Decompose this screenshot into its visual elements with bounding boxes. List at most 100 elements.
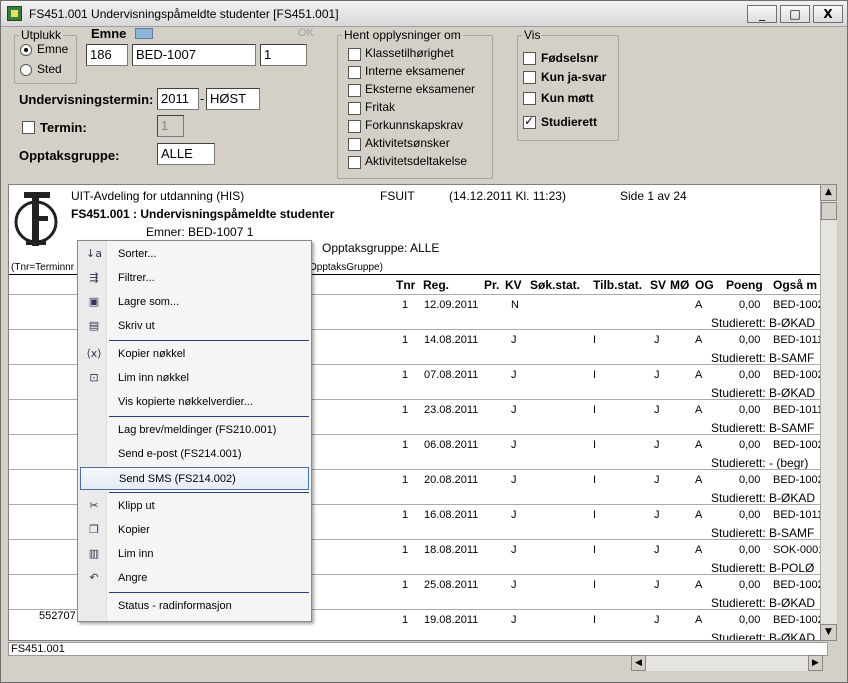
opptaksgruppe-label: Opptaksgruppe:: [19, 148, 120, 163]
row-ogsa: BED-1011: [773, 404, 822, 416]
emne-code-field[interactable]: BED-1007: [132, 44, 256, 66]
emne-version-field[interactable]: 1: [260, 44, 307, 66]
menu-item-10[interactable]: ✂ Klipp ut: [80, 495, 309, 518]
column-header-3: KV: [505, 278, 522, 292]
menu-item-8[interactable]: Send e-post (FS214.001): [80, 443, 309, 466]
undo-icon: ↶: [89, 571, 99, 584]
menu-item-14[interactable]: Status - radinformasjon: [80, 595, 309, 618]
row-og: A: [695, 614, 703, 626]
close-button[interactable]: X: [813, 5, 843, 23]
hent-checkbox-2[interactable]: [348, 84, 361, 97]
column-header-6: SV: [650, 278, 667, 292]
row-studierett: Studierett: B-POLØ: [711, 561, 815, 575]
menu-item-label: Angre: [118, 572, 148, 584]
menu-item-label: Vis kopierte nøkkelverdier...: [118, 396, 253, 408]
horizontal-scrollbar[interactable]: ◀ ▶: [631, 655, 823, 671]
filter-icon: ⇶: [89, 271, 99, 284]
row-ogsa: BED-1002: [773, 614, 822, 626]
radio-sted[interactable]: [20, 64, 32, 76]
row-reg: 20.08.2011: [424, 474, 479, 486]
hent-checkbox-1[interactable]: [348, 66, 361, 79]
report-system: FSUIT: [380, 189, 415, 203]
menu-item-label: Send e-post (FS214.001): [118, 448, 242, 460]
vis-checkbox-3[interactable]: [523, 114, 536, 129]
scroll-down-icon[interactable]: ▼: [820, 624, 837, 641]
utplukk-legend: Utplukk: [21, 28, 62, 42]
vertical-scrollbar[interactable]: ▲ ▼: [820, 184, 837, 641]
column-header-10: Også m: [773, 278, 818, 292]
scroll-thumb[interactable]: [821, 202, 837, 220]
emne-inst-field[interactable]: 186: [86, 44, 128, 66]
column-header-8: OG: [695, 278, 714, 292]
row-reg: 12.09.2011: [424, 299, 479, 311]
row-tilb: I: [593, 474, 597, 486]
row-reg: 18.08.2011: [424, 544, 479, 556]
menu-item-label: Kopier nøkkel: [118, 348, 186, 360]
semester-field[interactable]: HØST: [206, 88, 260, 110]
hent-checkbox-6[interactable]: [348, 156, 361, 169]
vis-label-0: Fødselsnr: [541, 51, 599, 65]
menu-item-4[interactable]: ⟨x⟩ Kopier nøkkel: [80, 343, 309, 366]
radio-emne-label: Emne: [37, 42, 69, 56]
row-kv: J: [511, 579, 517, 591]
menu-item-12[interactable]: ▥ Lim inn: [80, 543, 309, 566]
menu-item-6[interactable]: Vis kopierte nøkkelverdier...: [80, 391, 309, 414]
row-ogsa: BED-1002: [773, 474, 822, 486]
menu-item-2[interactable]: ▣ Lagre som...: [80, 291, 309, 314]
report-opptaksgruppe: Opptaksgruppe: ALLE: [322, 241, 440, 255]
row-reg: 16.08.2011: [424, 509, 479, 521]
hent-checkbox-0[interactable]: [348, 48, 361, 61]
radio-emne[interactable]: [20, 44, 32, 56]
row-sv: J: [654, 474, 660, 486]
vis-label-2: Kun møtt: [541, 91, 594, 105]
termin-checkbox[interactable]: [22, 121, 35, 134]
row-sv: J: [654, 369, 660, 381]
ok-button[interactable]: OK: [298, 27, 314, 39]
hent-checkbox-3[interactable]: [348, 102, 361, 115]
vis-label-1: Kun ja-svar: [541, 70, 607, 84]
row-tnr: 1: [402, 544, 409, 556]
vis-checkbox-1[interactable]: [523, 71, 536, 84]
minimize-button[interactable]: _: [747, 5, 777, 23]
row-kv: J: [511, 509, 517, 521]
menu-item-13[interactable]: ↶ Angre: [80, 567, 309, 590]
vis-checkbox-2[interactable]: [523, 92, 536, 105]
row-reg: 07.08.2011: [424, 369, 479, 381]
maximize-button[interactable]: □: [780, 5, 810, 23]
scroll-right-icon[interactable]: ▶: [808, 655, 823, 671]
row-tilb: I: [593, 509, 597, 521]
hent-checkbox-4[interactable]: [348, 120, 361, 133]
menu-item-label: Lim inn nøkkel: [118, 372, 189, 384]
menu-item-5[interactable]: ⊡ Lim inn nøkkel: [80, 367, 309, 390]
row-poeng: 0,00: [739, 544, 761, 556]
menu-item-7[interactable]: Lag brev/meldinger (FS210.001): [80, 419, 309, 442]
opptaksgruppe-field[interactable]: ALLE: [157, 143, 215, 165]
year-field[interactable]: 2011: [157, 88, 199, 110]
row-ogsa: BED-1002: [773, 299, 822, 311]
row-kv: J: [511, 544, 517, 556]
lookup-icon[interactable]: [135, 28, 153, 39]
menu-item-11[interactable]: ❐ Kopier: [80, 519, 309, 542]
menu-item-label: Filtrer...: [118, 272, 155, 284]
scroll-up-icon[interactable]: ▲: [820, 184, 837, 201]
row-og: A: [695, 474, 703, 486]
menu-item-1[interactable]: ⇶ Filtrer...: [80, 267, 309, 290]
menu-item-label: Sorter...: [118, 248, 157, 260]
context-menu: ↓a Sorter... ⇶ Filtrer... ▣ Lagre som... ▤ Skri…: [77, 240, 312, 622]
main-window: FS451.001 Undervisningspåmeldte studente…: [0, 0, 848, 683]
fs-logo: [12, 190, 60, 248]
row-og: A: [695, 369, 703, 381]
menu-item-3[interactable]: ▤ Skriv ut: [80, 315, 309, 338]
row-studierett: Studierett: B-ØKAD: [711, 631, 816, 641]
hent-checkbox-5[interactable]: [348, 138, 361, 151]
scroll-left-icon[interactable]: ◀: [631, 655, 646, 671]
row-sv: J: [654, 509, 660, 521]
vis-checkbox-0[interactable]: [523, 52, 536, 65]
menu-item-9[interactable]: Send SMS (FS214.002): [80, 467, 309, 490]
row-og: A: [695, 509, 703, 521]
menu-item-0[interactable]: ↓a Sorter...: [80, 243, 309, 266]
row-tnr: 1: [402, 334, 409, 346]
row-reg: 14.08.2011: [424, 334, 479, 346]
row-studierett: Studierett: B-SAMF: [711, 351, 815, 365]
column-header-2: Pr.: [484, 278, 500, 292]
